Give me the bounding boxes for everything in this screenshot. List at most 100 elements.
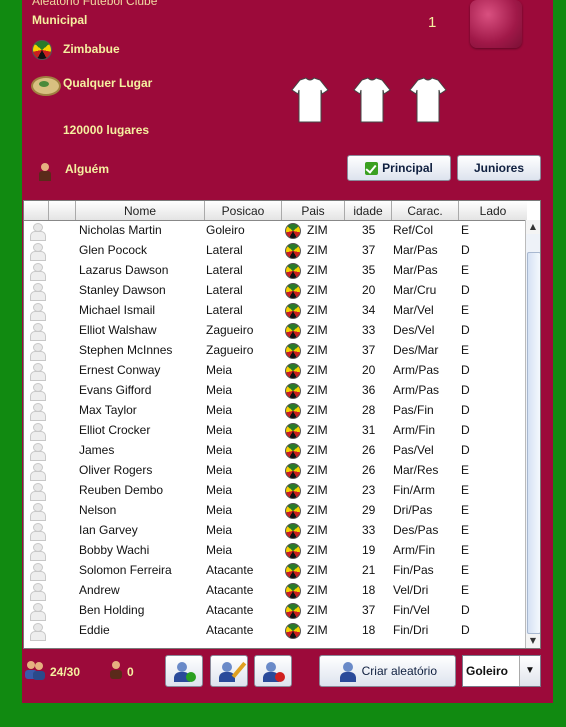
- zimbabwe-flag-icon: [285, 483, 301, 499]
- cell-age: 33: [362, 523, 376, 537]
- cell-age: 35: [362, 223, 376, 237]
- club-country: Zimbabue: [63, 42, 120, 56]
- principal-squad-button[interactable]: Principal: [347, 155, 451, 181]
- table-row[interactable]: Lazarus Dawson Lateral ZIM 35 Mar/Pas E: [24, 259, 527, 281]
- chevron-down-icon[interactable]: ▼: [519, 656, 540, 686]
- table-vertical-scrollbar[interactable]: ▲ ▼: [525, 220, 540, 648]
- cell-side: D: [461, 623, 470, 637]
- table-row[interactable]: Nicholas Martin Goleiro ZIM 35 Ref/Col E: [24, 219, 527, 241]
- cell-position: Atacante: [206, 583, 254, 597]
- zimbabwe-flag-icon: [285, 523, 301, 539]
- table-row[interactable]: Solomon Ferreira Atacante ZIM 21 Fin/Pas E: [24, 559, 527, 581]
- cell-age: 26: [362, 463, 376, 477]
- cell-position: Meia: [206, 363, 233, 377]
- club-badge-icon[interactable]: [470, 0, 522, 48]
- table-row[interactable]: Ian Garvey Meia ZIM 33 Des/Pas E: [24, 519, 527, 541]
- cell-name: Bobby Wachi: [79, 543, 150, 557]
- table-row[interactable]: Elliot Walshaw Zagueiro ZIM 33 Des/Vel D: [24, 319, 527, 341]
- third-shirt-icon[interactable]: [408, 76, 448, 126]
- cell-name: Michael Ismail: [79, 303, 156, 317]
- home-shirt-icon[interactable]: [290, 76, 330, 126]
- cell-age: 37: [362, 243, 376, 257]
- cell-country: ZIM: [307, 403, 328, 417]
- cell-side: D: [461, 363, 470, 377]
- cell-side: E: [461, 223, 470, 237]
- players-table-header: Nome Posicao Pais idade Carac. Lado: [24, 201, 527, 221]
- player-count: 24/30: [50, 665, 81, 679]
- cell-side: D: [461, 283, 470, 297]
- scroll-thumb[interactable]: [527, 252, 540, 634]
- cell-carac: Mar/Vel: [393, 303, 434, 317]
- zimbabwe-flag-icon: [285, 223, 301, 239]
- cell-position: Meia: [206, 483, 233, 497]
- cell-country: ZIM: [307, 223, 328, 237]
- away-shirt-icon[interactable]: [352, 76, 392, 126]
- stadium-capacity: 120000 lugares: [63, 123, 150, 137]
- cell-country: ZIM: [307, 523, 328, 537]
- table-row[interactable]: Bobby Wachi Meia ZIM 19 Arm/Fin E: [24, 539, 527, 561]
- cell-side: E: [461, 483, 470, 497]
- table-row[interactable]: Ernest Conway Meia ZIM 20 Arm/Pas D: [24, 359, 527, 381]
- table-row[interactable]: Stephen McInnes Zagueiro ZIM 37 Des/Mar E: [24, 339, 527, 361]
- player-icon: [30, 503, 46, 521]
- header-posicao[interactable]: Posicao: [205, 201, 282, 220]
- table-row[interactable]: Michael Ismail Lateral ZIM 34 Mar/Vel E: [24, 299, 527, 321]
- table-row[interactable]: Ben Holding Atacante ZIM 37 Fin/Vel D: [24, 599, 527, 621]
- create-random-button[interactable]: Criar aleatório: [319, 655, 456, 687]
- cell-position: Lateral: [206, 283, 243, 297]
- juniores-squad-button[interactable]: Juniores: [457, 155, 541, 181]
- player-icon: [30, 523, 46, 541]
- header-nome[interactable]: Nome: [76, 201, 205, 220]
- zimbabwe-flag-icon: [285, 243, 301, 259]
- table-row[interactable]: Evans Gifford Meia ZIM 36 Arm/Pas D: [24, 379, 527, 401]
- cell-country: ZIM: [307, 503, 328, 517]
- table-row[interactable]: Max Taylor Meia ZIM 28 Pas/Fin D: [24, 399, 527, 421]
- header-lado[interactable]: Lado: [459, 201, 527, 220]
- zimbabwe-flag-icon: [285, 403, 301, 419]
- cell-side: D: [461, 243, 470, 257]
- table-row[interactable]: Glen Pocock Lateral ZIM 37 Mar/Pas D: [24, 239, 527, 261]
- players-table[interactable]: Cuthbert BrentGoleiroZIM29Col/DreDNichol…: [23, 200, 541, 649]
- header-icon-column[interactable]: [24, 201, 49, 220]
- table-row[interactable]: Nelson Meia ZIM 29 Dri/Pas E: [24, 499, 527, 521]
- cell-side: D: [461, 403, 470, 417]
- add-player-button[interactable]: [165, 655, 203, 687]
- cell-position: Zagueiro: [206, 323, 254, 337]
- manager-icon: [38, 163, 52, 181]
- table-row[interactable]: James Meia ZIM 26 Pas/Vel D: [24, 439, 527, 461]
- cell-position: Atacante: [206, 603, 254, 617]
- cell-carac: Pas/Vel: [393, 443, 434, 457]
- header-carac[interactable]: Carac.: [392, 201, 459, 220]
- table-row[interactable]: Elliot Crocker Meia ZIM 31 Arm/Fin D: [24, 419, 527, 441]
- edit-player-button[interactable]: [210, 655, 248, 687]
- cell-name: Evans Gifford: [79, 383, 152, 397]
- remove-player-button[interactable]: [254, 655, 292, 687]
- header-blank-column[interactable]: [49, 201, 76, 220]
- stadium-icon: [31, 76, 61, 96]
- position-select[interactable]: Goleiro ▼: [462, 655, 541, 687]
- scroll-down-arrow-icon[interactable]: ▼: [526, 634, 540, 648]
- cell-country: ZIM: [307, 623, 328, 637]
- cell-country: ZIM: [307, 603, 328, 617]
- cell-side: E: [461, 583, 470, 597]
- table-row[interactable]: Reuben Dembo Meia ZIM 23 Fin/Arm E: [24, 479, 527, 501]
- header-idade[interactable]: idade: [345, 201, 392, 220]
- other-count: 0: [127, 665, 134, 679]
- player-icon: [30, 623, 46, 641]
- scroll-up-arrow-icon[interactable]: ▲: [526, 220, 540, 234]
- cell-carac: Fin/Dri: [393, 623, 429, 637]
- table-row[interactable]: Eddie Atacante ZIM 18 Fin/Dri D: [24, 619, 527, 641]
- cell-name: Elliot Crocker: [79, 423, 151, 437]
- cell-name: Stephen McInnes: [79, 343, 173, 357]
- zimbabwe-flag-icon: [285, 263, 301, 279]
- table-row[interactable]: Stanley Dawson Lateral ZIM 20 Mar/Cru D: [24, 279, 527, 301]
- player-icon: [30, 483, 46, 501]
- table-row[interactable]: Oliver Rogers Meia ZIM 26 Mar/Res E: [24, 459, 527, 481]
- table-row[interactable]: Andrew Atacante ZIM 18 Vel/Dri E: [24, 579, 527, 601]
- cell-carac: Mar/Res: [393, 463, 439, 477]
- zimbabwe-flag-icon: [32, 40, 52, 60]
- club-name: Aleatório Futebol Clube: [32, 0, 158, 8]
- cell-name: Stanley Dawson: [79, 283, 166, 297]
- header-pais[interactable]: Pais: [282, 201, 345, 220]
- cell-age: 28: [362, 403, 376, 417]
